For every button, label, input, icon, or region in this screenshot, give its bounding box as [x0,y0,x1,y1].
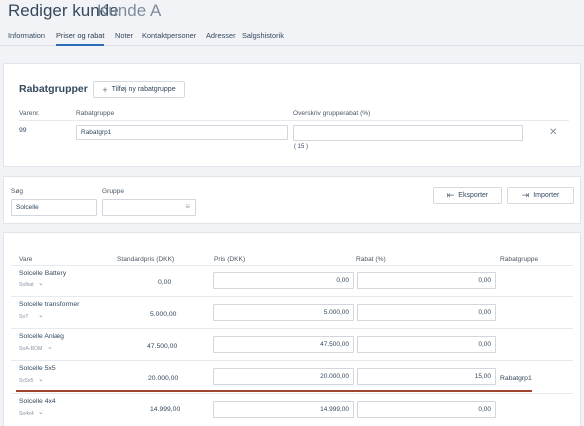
group-select[interactable]: ≡ [102,199,196,216]
rabat-varenr: 99 [19,127,27,134]
export-icon: ⇤ [446,190,455,200]
row-rabatgruppe: Rabatgrp1 [500,375,532,382]
col-vare: Vare [19,256,33,263]
add-rabatgruppe-label: Tilføj ny rabatgruppe [111,86,176,93]
row-divider [11,393,573,394]
pris-input[interactable]: 20.000,00 [213,368,354,385]
row-standardpris: 5.000,00 [150,311,177,318]
overskriv-grupperabat-input[interactable] [293,125,523,141]
tab-priser-og-rabat[interactable]: Priser og rabat [56,31,105,46]
list-icon: ≡ [185,202,190,211]
add-rabatgruppe-button[interactable]: + Tilføj ny rabatgruppe [93,81,185,98]
row-name: Solcelle Anlæg [19,333,64,340]
price-table-card [3,232,581,426]
remove-row-icon[interactable]: ✕ [549,127,557,138]
highlight-underline [16,390,532,392]
rabat-input[interactable]: 0,00 [357,304,496,321]
row-standardpris: 0,00 [158,279,172,286]
row-code: Sc5x5 [19,378,34,384]
tab-noter[interactable]: Noter [115,31,133,40]
search-label: Søg [11,188,24,195]
tab-adresser[interactable]: Adresser [206,31,236,40]
row-code: So4x4 [19,411,34,417]
group-label: Gruppe [102,188,124,195]
chevron-down-icon[interactable]: ⌄ [38,279,44,287]
rabatgrupper-title: Rabatgrupper [19,83,88,95]
pris-input[interactable]: 47.500,00 [213,336,354,353]
row-code: Solbat [19,282,34,288]
rabat-input[interactable]: 15,00 [357,368,496,385]
row-divider [11,328,573,329]
row-divider [11,296,573,297]
divider [19,120,569,121]
table-header-divider [11,265,573,266]
col-rabatgruppe: Rabatgruppe [76,110,115,117]
pris-input[interactable]: 14.999,00 [213,401,354,418]
row-name: Solcelle 5x5 [19,365,56,372]
row-standardpris: 14.999,00 [150,406,181,413]
chevron-down-icon[interactable]: ⌄ [38,408,44,416]
rabat-input[interactable]: 0,00 [357,272,496,289]
row-name: Solcelle transformer [19,301,80,308]
chevron-down-icon[interactable]: ⌄ [47,343,53,351]
row-divider [11,360,573,361]
rabatgruppe-field[interactable]: Rabatgrp1 [76,125,288,140]
import-icon: ⇥ [521,190,530,200]
grupperabat-hint: ( 15 ) [294,144,309,150]
chevron-down-icon[interactable]: ⌄ [38,375,44,383]
page-subtitle: Kunde A [97,1,162,20]
col-standardpris: Standardpris (DKK) [117,256,175,263]
row-code: SoT [19,314,29,320]
col-overskriv: Overskriv grupperabat (%) [293,110,371,117]
row-name: Solcelle 4x4 [19,398,56,405]
rabat-input[interactable]: 0,00 [357,336,496,353]
row-standardpris: 20.000,00 [148,375,179,382]
col-pris: Pris (DKK) [214,256,246,263]
tab-kontaktpersoner[interactable]: Kontaktpersoner [142,31,196,40]
import-button[interactable]: ⇥ Importer [507,187,574,204]
row-code: SoA-BOM [19,346,43,352]
col-rabat: Rabat (%) [356,256,386,263]
plus-icon: + [102,84,108,95]
col-varenr: Varenr. [19,110,40,117]
row-standardpris: 47.500,00 [147,343,178,350]
rabat-input[interactable]: 0,00 [357,401,496,418]
row-name: Solcelle Battery [19,270,67,277]
tab-salgshistorik[interactable]: Salgshistorik [242,31,284,40]
chevron-down-icon[interactable]: ⌄ [38,311,44,319]
pris-input[interactable]: 5.000,00 [213,304,354,321]
export-button[interactable]: ⇤ Eksporter [433,187,502,204]
tab-information[interactable]: Information [8,31,45,40]
col-rabatgruppe-table: Rabatgruppe [500,256,539,263]
tab-bar: Information Priser og rabat Noter Kontak… [0,27,584,46]
import-label: Importer [533,192,560,199]
search-input[interactable]: Solcelle [11,199,97,216]
export-label: Eksporter [458,192,489,199]
pris-input[interactable]: 0,00 [213,272,354,289]
